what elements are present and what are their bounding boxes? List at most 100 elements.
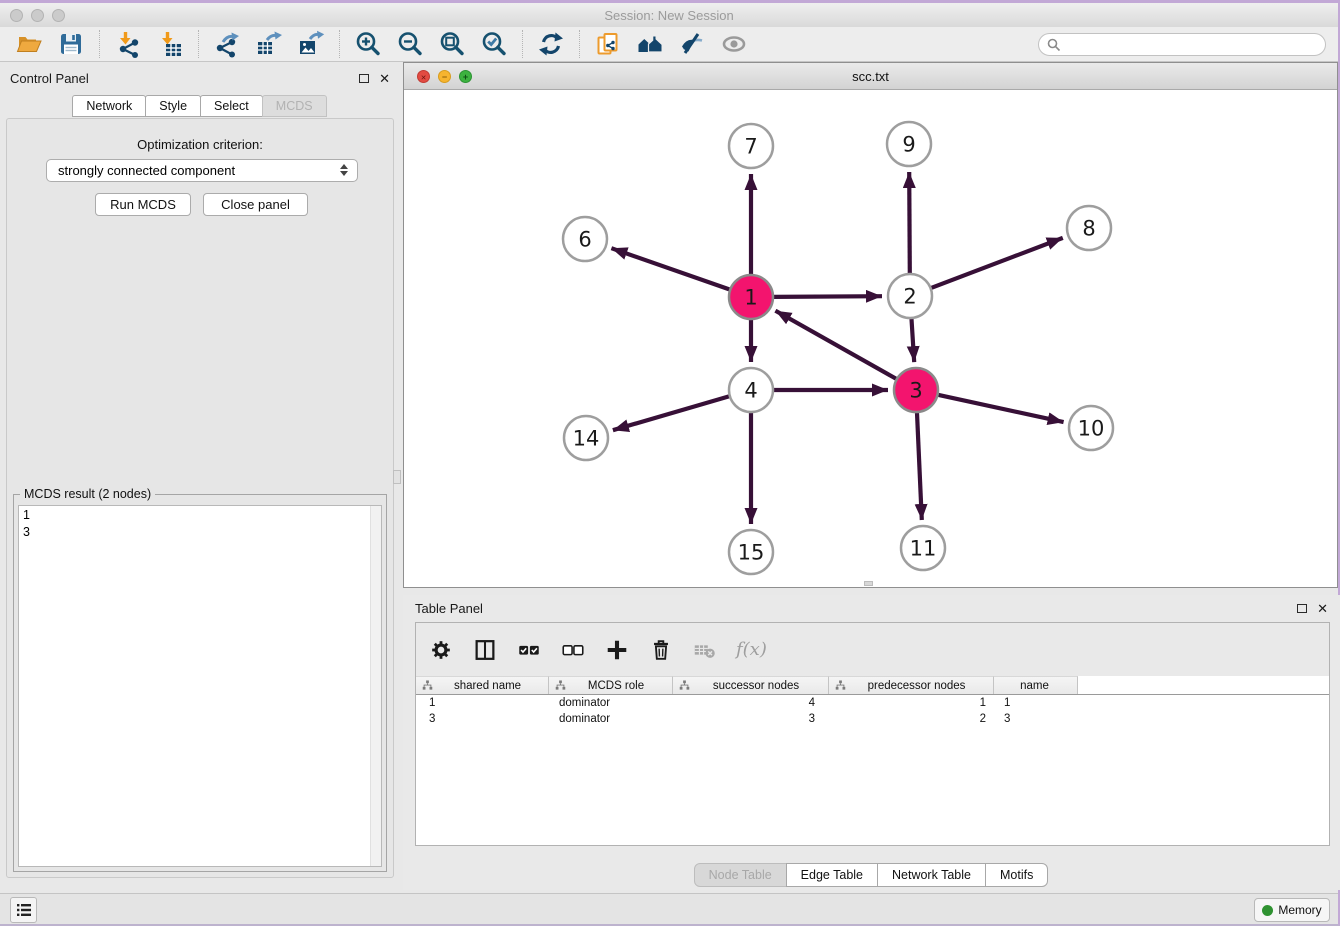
show-column-button[interactable] [470,635,500,665]
column-header-predecessor-nodes[interactable]: predecessor nodes [829,676,994,694]
column-header-mcds-role[interactable]: MCDS role [549,676,673,694]
graph-edge-2-8[interactable] [932,238,1063,288]
close-panel-button[interactable]: Close panel [203,193,308,216]
network-close-icon[interactable] [417,70,430,83]
delete-table-button-disabled [690,635,720,665]
graph-node-10[interactable]: 10 [1069,406,1113,450]
table-row[interactable]: 3 dominator 3 2 3 [416,711,1329,727]
network-maximize-icon[interactable] [459,70,472,83]
network-minimize-icon[interactable] [438,70,451,83]
network-window-titlebar[interactable]: scc.txt [404,63,1337,90]
graph-edge-3-11[interactable] [917,413,922,520]
table-settings-button[interactable] [426,635,456,665]
optimization-criterion-select[interactable]: strongly connected component [46,159,358,182]
svg-text:3: 3 [909,378,922,402]
close-table-panel-icon[interactable]: ✕ [1317,602,1328,615]
float-table-panel-icon[interactable] [1297,604,1307,613]
graph-edge-2-9[interactable] [909,172,910,273]
table-row[interactable]: 1 dominator 4 1 1 [416,695,1329,711]
graph-node-14[interactable]: 14 [564,416,608,460]
svg-text:15: 15 [738,540,765,564]
cell-predecessor-nodes[interactable]: 1 [829,695,994,711]
create-column-button[interactable] [602,635,632,665]
export-table-button[interactable] [252,29,286,59]
cell-successor-nodes[interactable]: 3 [673,711,829,727]
task-history-button[interactable] [10,897,37,923]
memory-label: Memory [1278,903,1321,917]
tab-motifs[interactable]: Motifs [985,863,1048,887]
network-canvas[interactable]: 7 9 6 8 1 2 4 3 14 10 15 11 [404,90,1337,587]
graph-node-15[interactable]: 15 [729,530,773,574]
cell-name[interactable]: 1 [994,695,1078,711]
result-scrollbar[interactable] [370,506,381,866]
cell-shared-name[interactable]: 3 [416,711,549,727]
close-panel-icon[interactable]: ✕ [379,72,390,85]
graph-node-6[interactable]: 6 [563,217,607,261]
graph-edge-4-14[interactable] [613,396,729,430]
clone-network-button[interactable] [591,29,625,59]
export-network-button[interactable] [210,29,244,59]
graph-node-9[interactable]: 9 [887,122,931,166]
import-table-button[interactable] [153,29,187,59]
column-header-successor-nodes[interactable]: successor nodes [673,676,829,694]
tab-select[interactable]: Select [200,95,263,117]
cell-predecessor-nodes[interactable]: 2 [829,711,994,727]
refresh-button[interactable] [534,29,568,59]
graph-edge-3-1[interactable] [775,311,896,379]
graph-node-2[interactable]: 2 [888,274,932,318]
cell-mcds-role[interactable]: dominator [549,711,673,727]
graph-node-11[interactable]: 11 [901,526,945,570]
svg-text:1: 1 [744,285,757,309]
column-header-name[interactable]: name [994,676,1078,694]
network-resize-handle[interactable] [864,581,873,586]
run-mcds-button[interactable]: Run MCDS [95,193,191,216]
delete-table-icon [692,637,718,663]
column-header-shared-name[interactable]: shared name [416,676,549,694]
memory-button[interactable]: Memory [1254,898,1330,922]
tab-network[interactable]: Network [72,95,146,117]
graph-node-8[interactable]: 8 [1067,206,1111,250]
float-panel-icon[interactable] [359,74,369,83]
hide-details-button[interactable] [675,29,709,59]
zoom-in-button[interactable] [351,29,385,59]
network-window-title: scc.txt [404,69,1337,84]
panel-splitter-handle[interactable] [393,470,401,484]
graph-edge-1-2[interactable] [774,296,882,297]
tab-node-table[interactable]: Node Table [694,863,787,887]
zoom-selected-button[interactable] [477,29,511,59]
unchecked-boxes-icon [560,637,586,663]
graph-node-3[interactable]: 3 [894,368,938,412]
list-icon [16,903,32,917]
network-graph: 7 9 6 8 1 2 4 3 14 10 15 11 [404,90,1337,587]
graph-edge-3-10[interactable] [939,395,1064,422]
select-all-columns-button[interactable] [514,635,544,665]
import-network-button[interactable] [111,29,145,59]
graph-edge-1-6[interactable] [611,248,729,289]
tab-edge-table[interactable]: Edge Table [786,863,878,887]
open-session-button[interactable] [12,29,46,59]
mcds-result-groupbox: MCDS result (2 nodes) 1 3 [13,494,387,872]
cell-mcds-role[interactable]: dominator [549,695,673,711]
export-image-button[interactable] [294,29,328,59]
zoom-fit-button[interactable] [435,29,469,59]
first-neighbors-button[interactable] [633,29,667,59]
zoom-out-button[interactable] [393,29,427,59]
graph-node-1[interactable]: 1 [729,275,773,319]
mcds-result-text[interactable]: 1 3 [18,505,382,867]
search-input[interactable] [1066,38,1317,52]
graph-node-4[interactable]: 4 [729,368,773,412]
save-session-button[interactable] [54,29,88,59]
show-details-button[interactable] [717,29,751,59]
delete-column-button[interactable] [646,635,676,665]
control-panel-title: Control Panel [10,71,359,86]
graph-node-7[interactable]: 7 [729,124,773,168]
cell-successor-nodes[interactable]: 4 [673,695,829,711]
gear-icon [428,637,454,663]
unselect-all-columns-button[interactable] [558,635,588,665]
tab-mcds[interactable]: MCDS [262,95,327,117]
cell-name[interactable]: 3 [994,711,1078,727]
tab-style[interactable]: Style [145,95,201,117]
cell-shared-name[interactable]: 1 [416,695,549,711]
tab-network-table[interactable]: Network Table [877,863,986,887]
graph-edge-2-3[interactable] [912,319,915,362]
